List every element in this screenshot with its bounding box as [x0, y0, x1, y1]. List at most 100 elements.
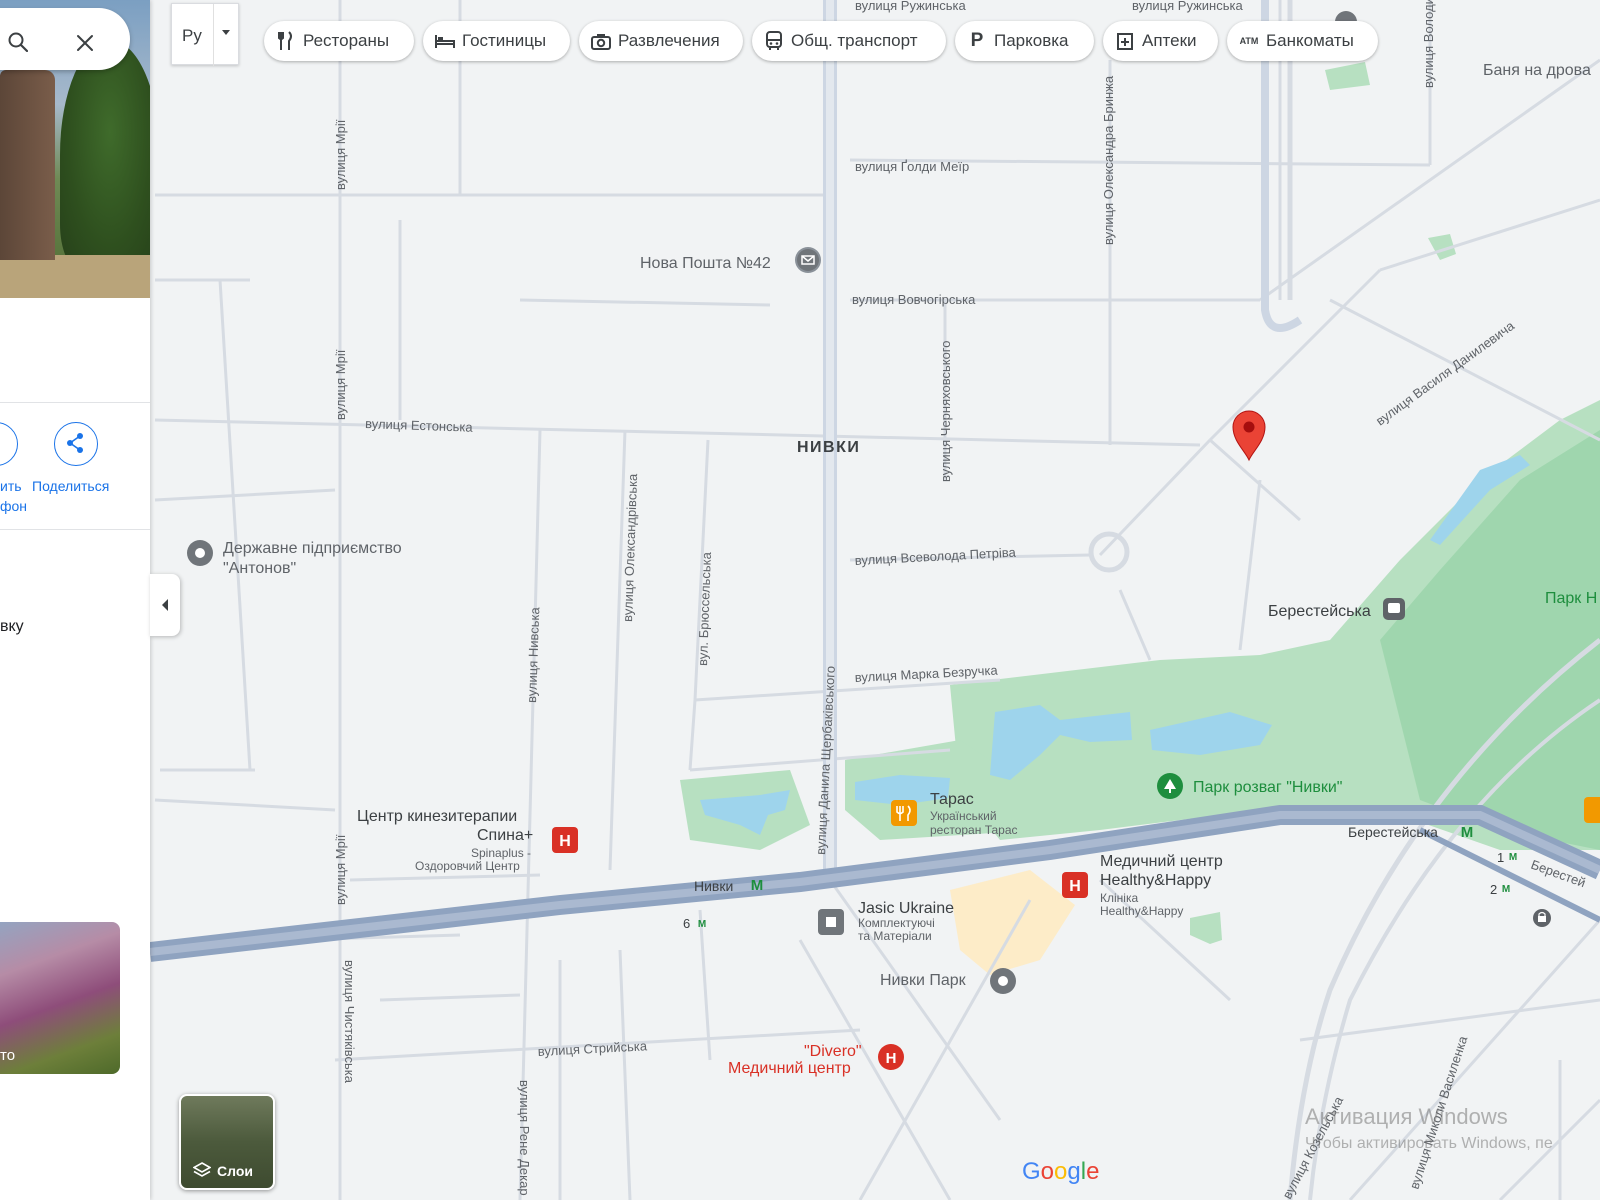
bus-stop-marker[interactable] — [1383, 598, 1405, 620]
search-box[interactable] — [0, 8, 130, 70]
metro-icon[interactable]: M — [1461, 824, 1474, 841]
poi-label: Український — [930, 809, 997, 823]
language-label: Ру — [182, 26, 202, 45]
metro-label: Берестейська — [1348, 824, 1438, 840]
poi-label: Тарас — [930, 791, 974, 808]
poi-label: "Divero" — [804, 1043, 862, 1060]
bed-icon — [435, 31, 455, 51]
jasic-store-marker[interactable] — [818, 909, 844, 935]
chip-label: Банкоматы — [1266, 31, 1354, 50]
poi-label: Медичний центр — [1100, 853, 1223, 870]
svg-text:M: M — [1509, 852, 1517, 863]
svg-text:M: M — [698, 919, 706, 930]
share-button[interactable] — [54, 422, 98, 466]
share-button-label: Поделиться — [32, 478, 110, 494]
poi-label: Spinaplus - — [471, 846, 531, 860]
poi-label: Нивки Парк — [880, 972, 967, 989]
chip-label: Общ. транспорт — [791, 31, 918, 50]
camera-icon — [591, 31, 611, 51]
svg-text:H: H — [886, 1050, 897, 1067]
street-label: вулиця Олександра Бринжа — [1101, 75, 1116, 245]
street-label: вулиця Мрії — [333, 119, 348, 190]
bus-icon — [764, 31, 784, 51]
chip-transit[interactable]: Общ. транспорт — [752, 21, 946, 61]
svg-text:M: M — [751, 877, 764, 894]
chip-label: Развлечения — [618, 31, 720, 50]
svg-text:M: M — [1461, 824, 1474, 841]
lock-marker[interactable] — [1533, 909, 1551, 927]
svg-text:M: M — [1502, 884, 1510, 895]
atm-icon: ATM — [1239, 36, 1259, 46]
antonov-marker[interactable] — [187, 540, 213, 566]
chevron-left-icon — [162, 599, 168, 611]
chip-pharmacies[interactable]: Аптеки — [1103, 21, 1218, 61]
metro-exit-label: 1 — [1497, 850, 1504, 865]
chip-restaurants[interactable]: Рестораны — [264, 21, 414, 61]
poi-label: Healthy&Happy — [1100, 872, 1211, 889]
poi-label: "Антонов" — [223, 560, 296, 577]
healthy-hospital-marker[interactable]: H — [1062, 872, 1088, 898]
street-label: вулиця Мрії — [333, 834, 348, 905]
nova-poshta-marker[interactable] — [795, 247, 821, 273]
layers-icon — [193, 1162, 211, 1177]
metro-exit-label: 2 — [1490, 882, 1497, 897]
poi-label: Центр кинезитерапии — [357, 808, 517, 825]
chip-hotels[interactable]: Гостиницы — [423, 21, 570, 61]
metro-icon[interactable]: M — [751, 877, 764, 894]
metro-exit-icon: M — [1502, 884, 1510, 895]
poi-label: Баня на дрова — [1483, 62, 1591, 79]
poi-label: Медичний центр — [728, 1060, 851, 1077]
chip-parking[interactable]: P Парковка — [955, 21, 1094, 61]
layers-label: Слои — [217, 1163, 253, 1179]
poi-label: Jasic Ukraine — [858, 900, 954, 917]
place-details-panel: ить Поделиться фон вку то — [0, 0, 150, 1200]
chip-entertainment[interactable]: Развлечения — [579, 21, 743, 61]
chip-label: Рестораны — [303, 31, 390, 50]
orange-marker-partial[interactable] — [1584, 797, 1600, 823]
street-label: вулиця Ружинська — [1132, 0, 1243, 13]
poi-label: Оздоровчий Центр — [415, 859, 520, 873]
google-logo: Google — [1022, 1158, 1100, 1185]
street-label: вулиця Вовчогірська — [852, 292, 976, 307]
metro-exit-icon: M — [1509, 852, 1517, 863]
park-marker[interactable] — [1157, 773, 1183, 799]
street-label: вулиця Ружинська — [855, 0, 966, 13]
spyna-hospital-marker[interactable]: H — [552, 827, 578, 853]
share-icon — [67, 433, 83, 453]
phone-button[interactable] — [0, 422, 18, 466]
close-icon[interactable] — [76, 34, 94, 52]
fork-knife-icon — [276, 31, 296, 51]
pharmacy-icon — [1115, 31, 1135, 51]
windows-activation-title: Активация Windows — [1305, 1104, 1508, 1129]
nyvky-park-marker[interactable] — [990, 968, 1016, 994]
layers-button[interactable]: Слои — [179, 1094, 275, 1190]
poi-label: Нова Пошта №42 — [640, 255, 771, 272]
map-canvas[interactable]: вулиця Ружинська вулиця Ружинська вулиця… — [0, 0, 1600, 1200]
street-label: вулиця Ґолди Меїр — [855, 159, 969, 174]
street-label: вулиця Володими — [1421, 0, 1436, 88]
windows-activation-text: Чтобы активировать Windows, пе — [1305, 1135, 1553, 1152]
panel-text: вку — [0, 618, 24, 635]
street-label: вулиця Рене Декар — [517, 1080, 532, 1196]
photo-ground — [0, 255, 150, 298]
svg-text:H: H — [1069, 878, 1081, 895]
divider — [0, 529, 150, 530]
divero-hospital-marker[interactable]: H — [878, 1044, 904, 1070]
poi-label: Healthy&Happy — [1100, 904, 1183, 918]
street-label: вулиця Мрії — [333, 349, 348, 420]
poi-label: Клініка — [1100, 891, 1138, 905]
metro-label: Нивки — [694, 878, 733, 894]
photo-thumbnail[interactable]: то — [0, 922, 120, 1074]
search-icon[interactable] — [8, 32, 28, 52]
divider — [0, 402, 150, 403]
chip-atms[interactable]: ATM Банкоматы — [1227, 21, 1378, 61]
street-label: вулиця Чистяківська — [342, 960, 357, 1084]
taras-restaurant-marker[interactable] — [891, 800, 917, 826]
street-label: вулиця Черняховського — [938, 341, 953, 483]
metro-exit-label: 6 — [683, 916, 690, 931]
language-selector[interactable]: Ру — [171, 3, 239, 66]
chip-label: Парковка — [994, 31, 1069, 50]
photo-thumbnail-label: то — [0, 1047, 16, 1064]
poi-label: Парк Н — [1545, 590, 1597, 607]
collapse-panel-button[interactable] — [150, 574, 180, 636]
